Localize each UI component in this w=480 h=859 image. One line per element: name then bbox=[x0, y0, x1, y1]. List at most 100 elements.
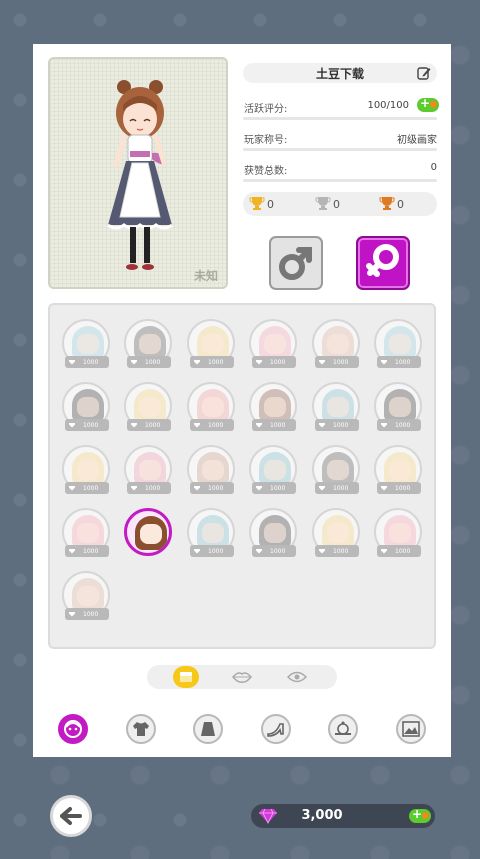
hairstyle-item[interactable]: 1000 bbox=[62, 571, 110, 625]
price-value: 1000 bbox=[208, 547, 224, 555]
category-skirt[interactable] bbox=[193, 714, 223, 744]
price-value: 1000 bbox=[83, 358, 99, 366]
player-title-row: 玩家称号: 初级画家 bbox=[243, 129, 437, 151]
wardrobe-panel: 未知 土豆下载 活跃评分: 100/100 玩家称号: 初级画家 获赞总数: 0… bbox=[33, 44, 451, 757]
player-name: 土豆下载 bbox=[315, 66, 364, 81]
price-tag: 1000 bbox=[190, 482, 234, 494]
silver-trophy: 0 bbox=[315, 195, 340, 211]
category-background[interactable] bbox=[396, 714, 426, 744]
gold-trophy: 0 bbox=[249, 195, 274, 211]
comb-tab[interactable] bbox=[173, 666, 199, 688]
hairstyle-item[interactable]: 1000 bbox=[187, 445, 235, 499]
price-value: 1000 bbox=[333, 547, 349, 555]
face-preview bbox=[264, 334, 286, 354]
price-value: 1000 bbox=[333, 358, 349, 366]
face-preview bbox=[202, 523, 224, 543]
face-preview bbox=[327, 460, 349, 480]
hairstyle-item[interactable]: 1000 bbox=[249, 508, 297, 562]
price-tag: 1000 bbox=[377, 482, 421, 494]
category-top[interactable] bbox=[126, 714, 156, 744]
category-accessory[interactable] bbox=[328, 714, 358, 744]
hairstyle-item[interactable]: 1000 bbox=[124, 382, 172, 436]
face-icon bbox=[64, 720, 82, 738]
category-face[interactable] bbox=[58, 714, 88, 744]
price-tag: 1000 bbox=[252, 482, 296, 494]
price-tag: 1000 bbox=[65, 608, 109, 620]
edit-icon[interactable] bbox=[417, 66, 431, 80]
diamond-icon bbox=[319, 485, 325, 491]
price-value: 1000 bbox=[83, 484, 99, 492]
add-activity-button[interactable] bbox=[417, 96, 439, 112]
face-preview bbox=[264, 523, 286, 543]
price-tag: 1000 bbox=[127, 419, 171, 431]
price-value: 1000 bbox=[333, 421, 349, 429]
hairstyle-item[interactable]: 1000 bbox=[62, 382, 110, 436]
hairstyle-item[interactable]: 1000 bbox=[312, 382, 360, 436]
activity-score-row: 活跃评分: 100/100 bbox=[243, 96, 439, 120]
hairstyle-item[interactable]: 1000 bbox=[187, 508, 235, 562]
diamond-icon bbox=[381, 422, 387, 428]
price-value: 1000 bbox=[208, 484, 224, 492]
hairstyle-item[interactable]: 1000 bbox=[249, 445, 297, 499]
silver-trophy-icon bbox=[315, 197, 331, 210]
gold-trophy-icon bbox=[249, 197, 265, 210]
diamond-icon bbox=[319, 548, 325, 554]
price-tag: 1000 bbox=[252, 356, 296, 368]
add-currency-button[interactable] bbox=[409, 807, 431, 823]
back-button[interactable] bbox=[50, 795, 92, 837]
title-label: 玩家称号: bbox=[244, 135, 288, 146]
diamond-icon bbox=[131, 359, 137, 365]
hairstyle-item[interactable]: 1000 bbox=[62, 319, 110, 373]
female-button[interactable] bbox=[356, 236, 410, 290]
face-preview bbox=[327, 334, 349, 354]
likes-value: 0 bbox=[430, 162, 437, 173]
hairstyle-item[interactable]: 1000 bbox=[62, 445, 110, 499]
silver-count: 0 bbox=[333, 198, 340, 211]
price-tag: 1000 bbox=[315, 356, 359, 368]
face-preview bbox=[139, 334, 161, 354]
male-icon bbox=[279, 247, 312, 280]
hairstyle-item[interactable]: 1000 bbox=[374, 508, 422, 562]
diamond-icon bbox=[256, 548, 262, 554]
hairstyle-item[interactable]: 1000 bbox=[312, 445, 360, 499]
face-preview bbox=[327, 523, 349, 543]
hairstyle-item[interactable]: 1000 bbox=[124, 445, 172, 499]
price-tag: 1000 bbox=[377, 545, 421, 557]
hairstyle-item[interactable] bbox=[124, 508, 172, 562]
activity-divider bbox=[243, 117, 437, 120]
hairstyle-item[interactable]: 1000 bbox=[374, 382, 422, 436]
price-value: 1000 bbox=[145, 484, 161, 492]
price-value: 1000 bbox=[208, 358, 224, 366]
hairstyle-item[interactable]: 1000 bbox=[249, 382, 297, 436]
hairstyle-item[interactable]: 1000 bbox=[62, 508, 110, 562]
comb-icon bbox=[180, 672, 192, 682]
price-value: 1000 bbox=[83, 547, 99, 555]
likes-row: 获赞总数: 0 bbox=[243, 160, 437, 182]
background-icon bbox=[402, 721, 420, 737]
shoe-icon bbox=[267, 723, 284, 737]
diamond-icon bbox=[69, 422, 75, 428]
male-button[interactable] bbox=[269, 236, 323, 290]
arrow-left-icon bbox=[60, 807, 82, 825]
diamond-icon bbox=[319, 422, 325, 428]
eye-tab[interactable] bbox=[284, 666, 310, 688]
price-tag: 1000 bbox=[252, 545, 296, 557]
hairstyle-item[interactable]: 1000 bbox=[187, 319, 235, 373]
hairstyle-item[interactable]: 1000 bbox=[312, 508, 360, 562]
bronze-trophy-icon bbox=[379, 197, 395, 210]
hairstyle-item[interactable]: 1000 bbox=[374, 319, 422, 373]
hairstyle-item[interactable]: 1000 bbox=[374, 445, 422, 499]
hairstyle-item[interactable]: 1000 bbox=[312, 319, 360, 373]
hairstyle-item[interactable]: 1000 bbox=[124, 319, 172, 373]
price-tag: 1000 bbox=[377, 356, 421, 368]
diamond-icon bbox=[194, 422, 200, 428]
hairstyle-item[interactable]: 1000 bbox=[249, 319, 297, 373]
title-value: 初级画家 bbox=[397, 135, 437, 146]
hairstyle-item[interactable]: 1000 bbox=[187, 382, 235, 436]
price-value: 1000 bbox=[395, 547, 411, 555]
price-tag: 1000 bbox=[127, 356, 171, 368]
lips-tab[interactable] bbox=[229, 666, 255, 688]
category-shoes[interactable] bbox=[261, 714, 291, 744]
title-divider bbox=[243, 148, 437, 151]
face-preview bbox=[77, 586, 99, 606]
